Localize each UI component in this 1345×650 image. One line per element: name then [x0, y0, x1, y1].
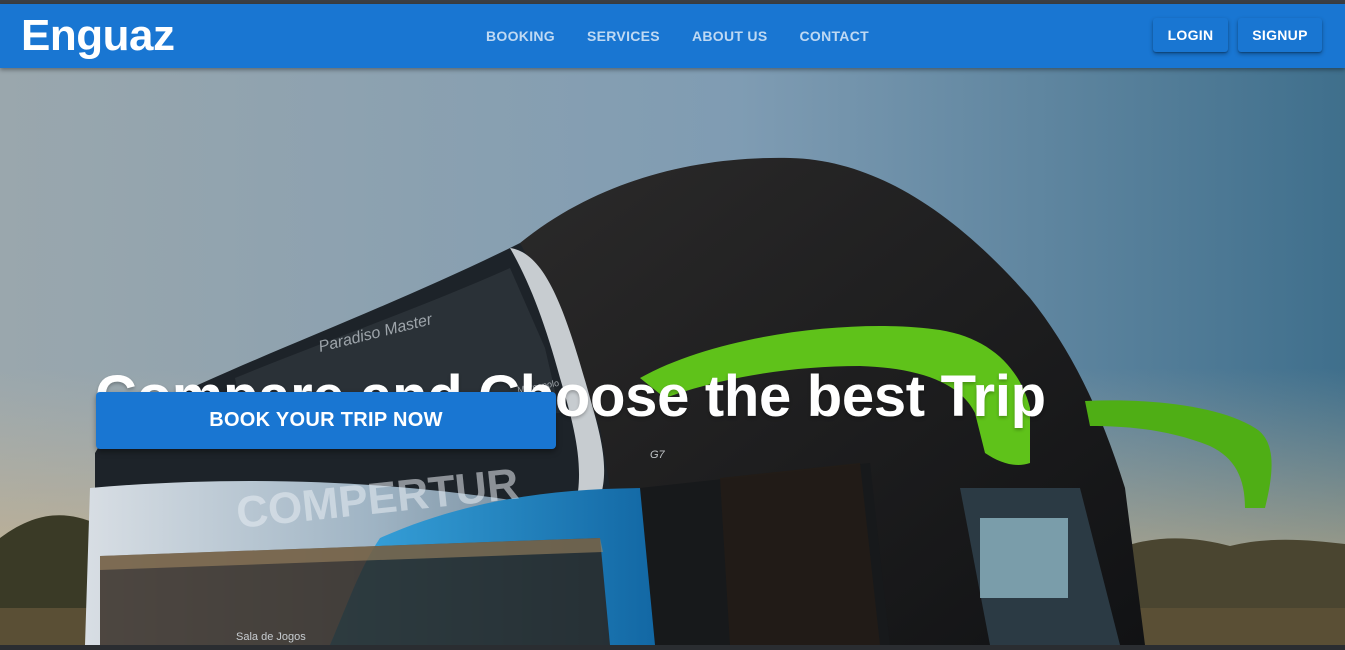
nav-link-booking[interactable]: BOOKING: [470, 20, 571, 52]
hero-section: COMPERTUR Paradiso Master Marcopolo Sala…: [0, 68, 1345, 645]
signup-button[interactable]: SIGNUP: [1238, 18, 1322, 52]
auth-buttons: LOGIN SIGNUP: [1153, 18, 1322, 52]
brand-logo[interactable]: Enguaz: [21, 12, 175, 60]
hero-background-bus-image: COMPERTUR Paradiso Master Marcopolo Sala…: [0, 68, 1345, 645]
bus-badge-lettering: G7: [650, 449, 666, 461]
top-navbar: Enguaz BOOKING SERVICES ABOUT US CONTACT…: [0, 4, 1345, 68]
login-button[interactable]: LOGIN: [1153, 18, 1228, 52]
nav-link-contact[interactable]: CONTACT: [783, 20, 885, 52]
book-trip-button[interactable]: BOOK YOUR TRIP NOW: [96, 392, 556, 449]
nav-link-services[interactable]: SERVICES: [571, 20, 676, 52]
bus-side-lettering: Sala de Jogos: [236, 631, 306, 643]
nav-link-about-us[interactable]: ABOUT US: [676, 20, 784, 52]
window-bottom-edge: [0, 645, 1345, 650]
main-nav: BOOKING SERVICES ABOUT US CONTACT: [470, 4, 885, 68]
